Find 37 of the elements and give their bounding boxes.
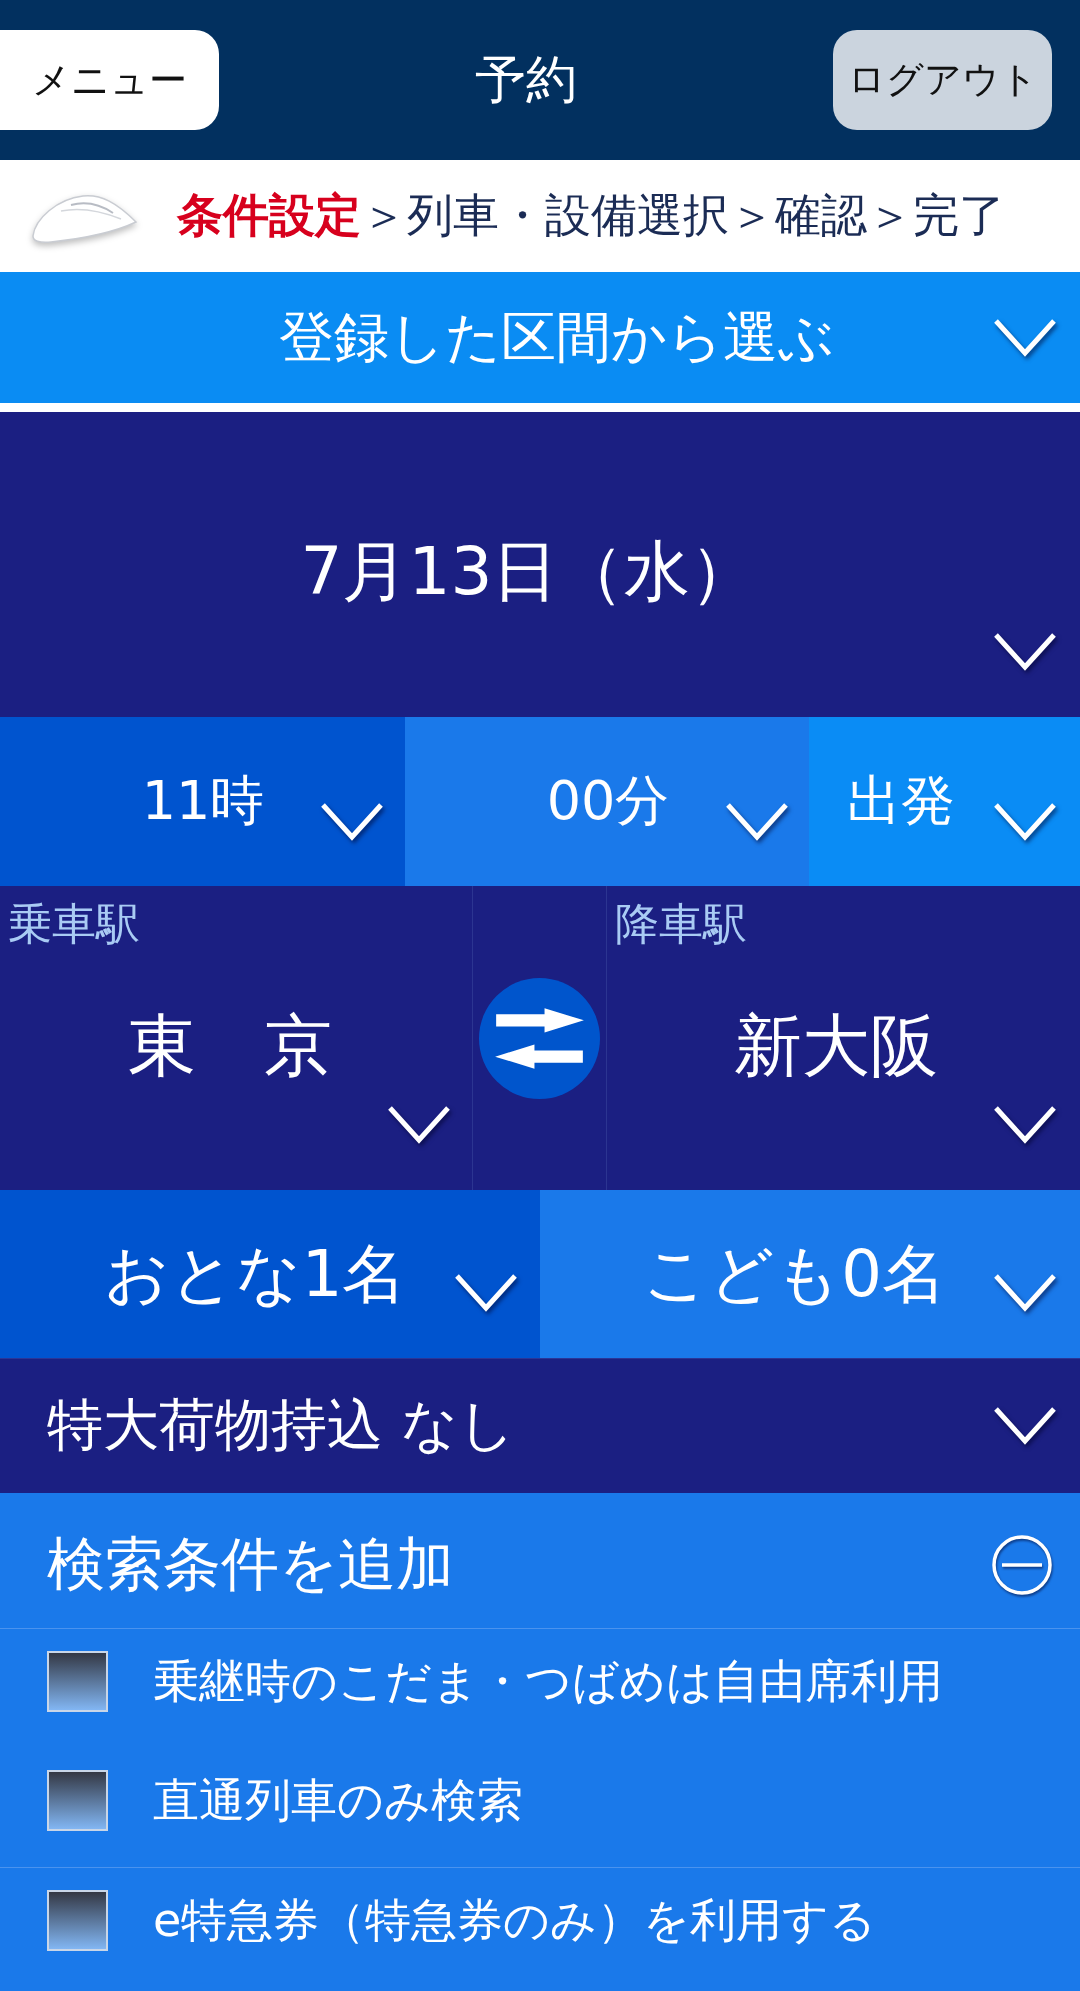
step-label: 確認 bbox=[775, 187, 867, 244]
hour-dropdown[interactable]: 11時 bbox=[0, 717, 405, 886]
step-label: 列車・設備選択 bbox=[407, 187, 729, 244]
option-label: 直通列車のみ検索 bbox=[153, 1771, 523, 1829]
checkbox[interactable] bbox=[47, 1651, 108, 1712]
chevron-down-icon bbox=[454, 1273, 518, 1313]
swap-icon[interactable] bbox=[479, 977, 600, 1099]
step-separator: ＞ bbox=[867, 187, 913, 244]
step-label: 完了 bbox=[913, 187, 1005, 244]
field-caption: 降車駅 bbox=[615, 900, 747, 949]
step-separator: ＞ bbox=[361, 187, 407, 244]
luggage-dropdown[interactable]: 特大荷物持込 なし bbox=[0, 1358, 1080, 1493]
chevron-down-icon bbox=[387, 1105, 451, 1145]
chevron-down-icon bbox=[993, 1273, 1057, 1313]
step-separator: ＞ bbox=[729, 187, 775, 244]
menu-button[interactable]: メニュー bbox=[0, 30, 219, 130]
option-label: e特急券（特急券のみ）を利用する bbox=[153, 1891, 877, 1949]
page-title: 予約 bbox=[475, 48, 577, 111]
chevron-down-icon bbox=[993, 632, 1057, 672]
departure-station-dropdown[interactable]: 乗車駅 東 京 bbox=[0, 886, 472, 1190]
chevron-down-icon bbox=[993, 801, 1057, 842]
date-dropdown[interactable]: 7月13日（水） bbox=[0, 412, 1080, 717]
saved-route-dropdown[interactable]: 登録した区間から選ぶ bbox=[0, 272, 1080, 412]
adult-count-dropdown[interactable]: おとな1名 bbox=[0, 1190, 540, 1358]
chevron-down-icon bbox=[993, 1406, 1057, 1446]
option-label: 乗継時のこだま・つばめは自由席利用 bbox=[153, 1652, 943, 1710]
chevron-down-icon bbox=[993, 317, 1057, 358]
field-caption: 乗車駅 bbox=[8, 900, 140, 949]
arrival-station-dropdown[interactable]: 降車駅 新大阪 bbox=[607, 886, 1080, 1190]
chevron-down-icon bbox=[725, 801, 789, 842]
checkbox[interactable] bbox=[47, 1890, 108, 1951]
checkbox[interactable] bbox=[47, 1770, 108, 1831]
step-label: 条件設定 bbox=[177, 187, 361, 244]
chevron-down-icon bbox=[993, 1105, 1057, 1145]
chevron-down-icon bbox=[320, 801, 384, 842]
departure-arrival-dropdown[interactable]: 出発 bbox=[809, 717, 1080, 886]
logout-button[interactable]: ログアウト bbox=[833, 30, 1052, 130]
